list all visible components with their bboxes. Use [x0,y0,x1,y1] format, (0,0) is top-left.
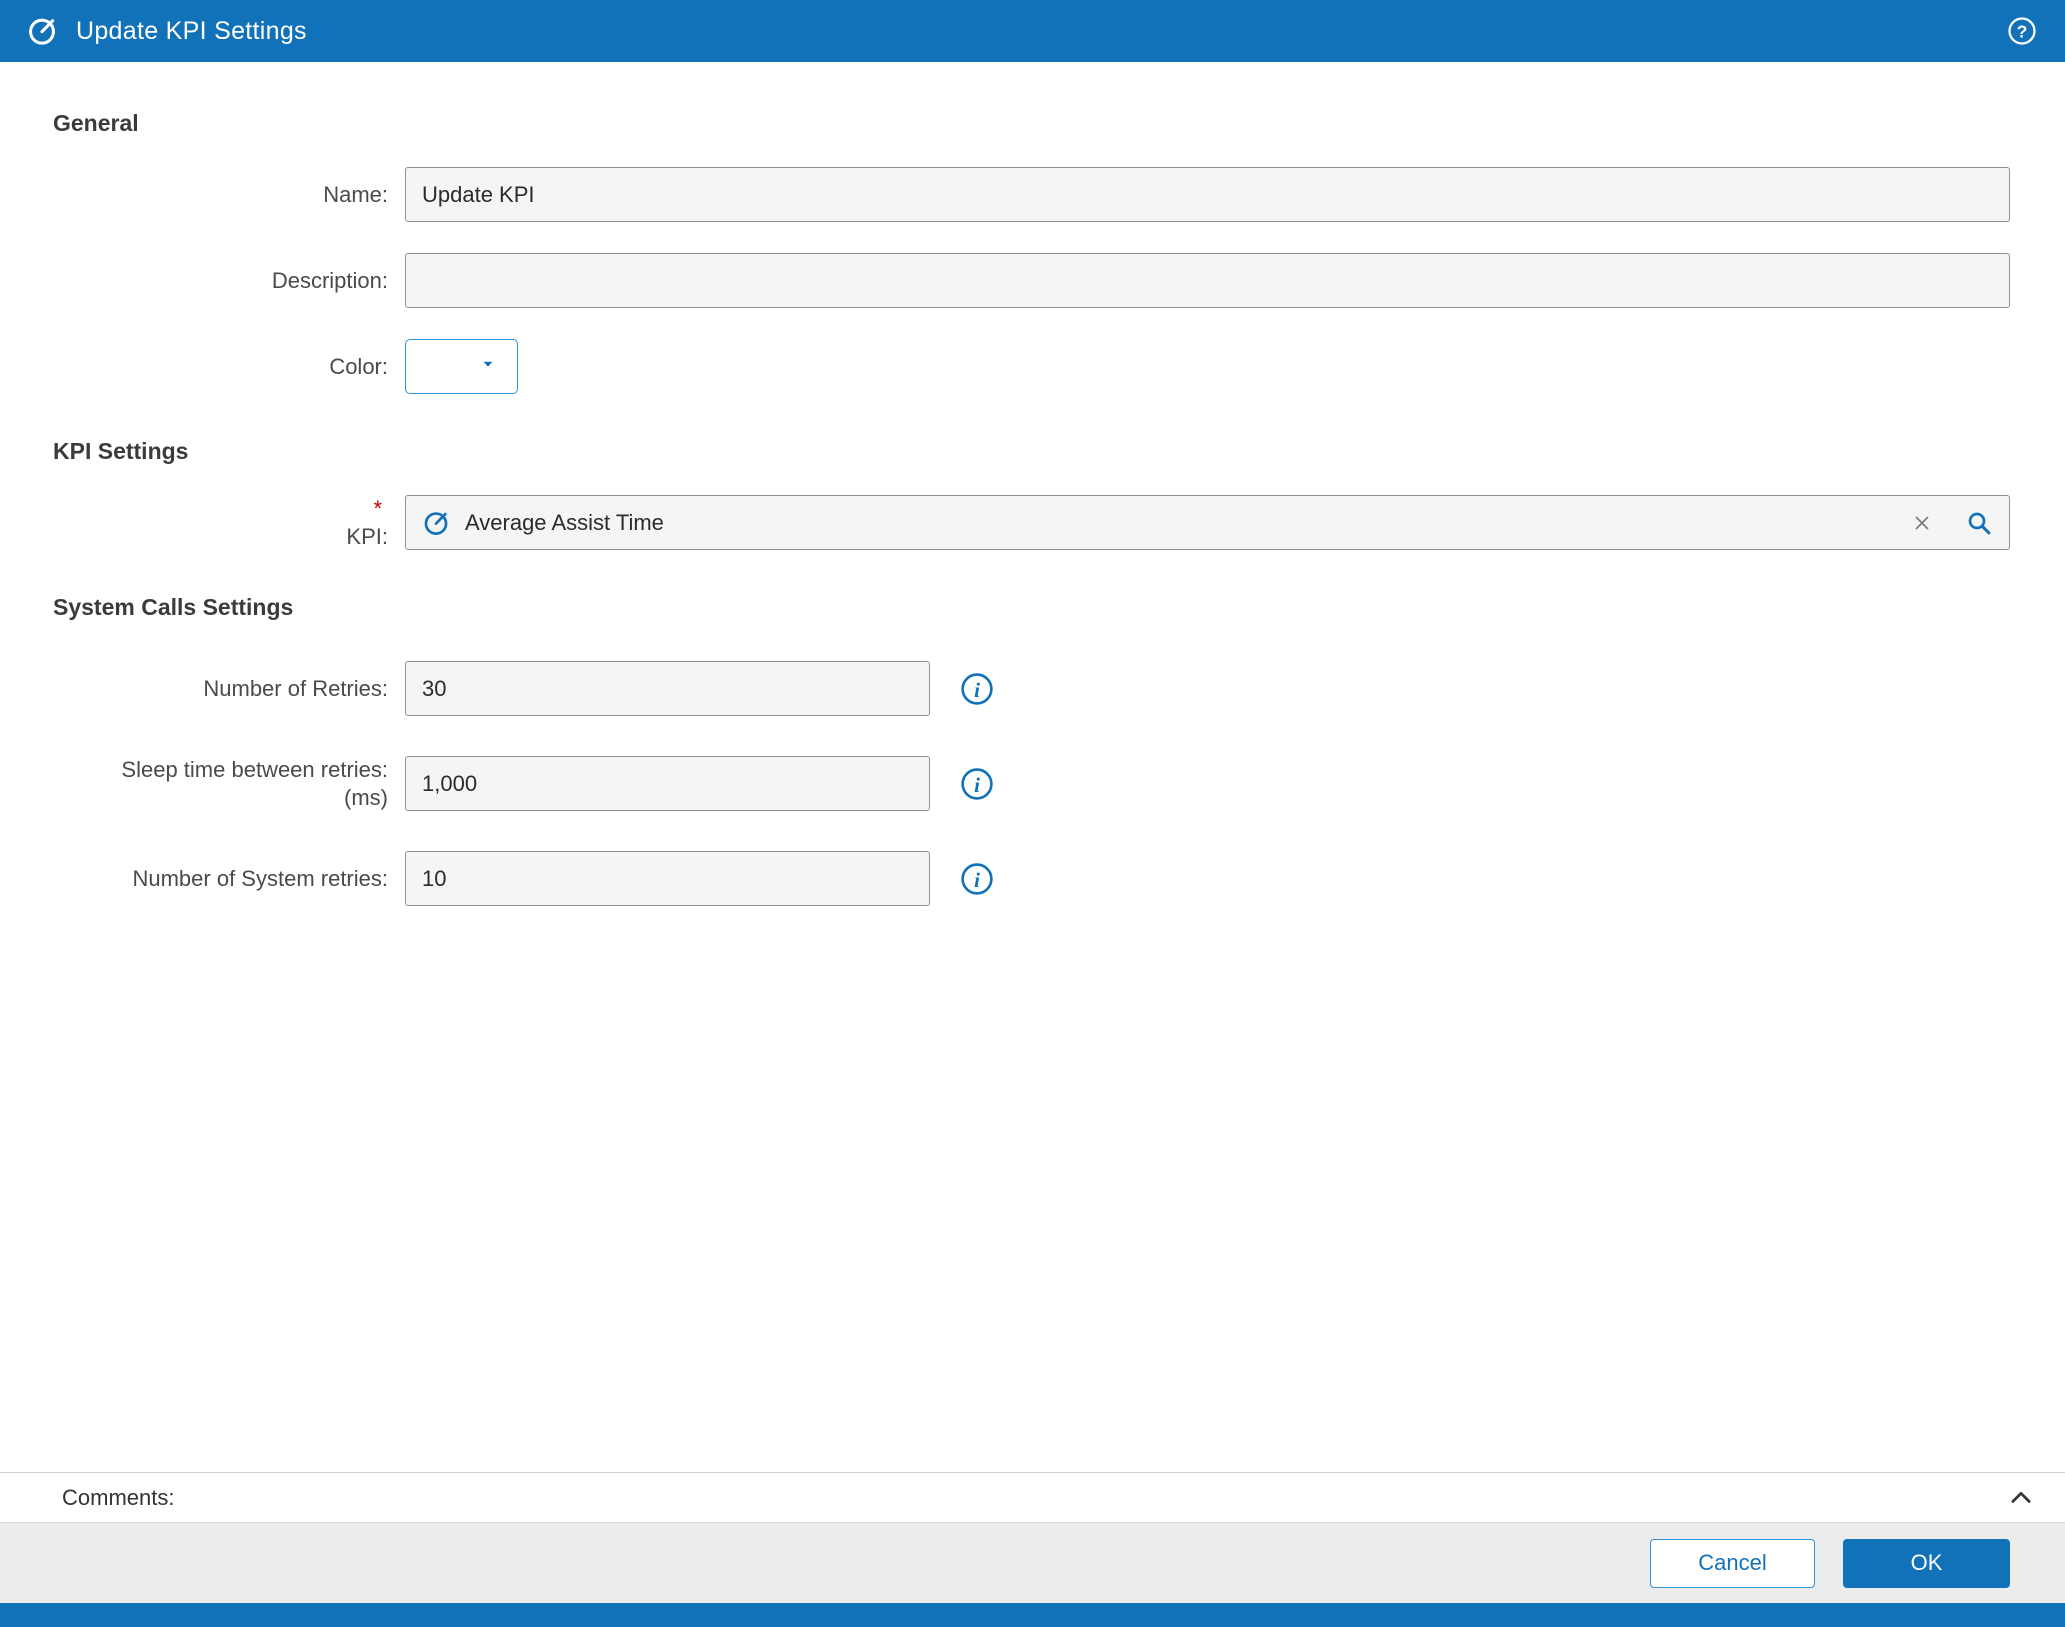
chevron-up-icon[interactable] [2007,1484,2035,1512]
help-icon[interactable]: ? [2007,15,2039,47]
cancel-button[interactable]: Cancel [1650,1539,1815,1588]
dialog-header: Update KPI Settings ? [0,0,2065,62]
ok-button[interactable]: OK [1843,1539,2010,1588]
description-label: Description: [0,267,405,295]
name-label: Name: [0,181,405,209]
kpi-icon [422,508,452,538]
svg-text:i: i [974,677,980,701]
retries-label: Number of Retries: [0,675,405,703]
comments-label: Comments: [62,1485,174,1511]
kpi-row: *KPI: Average Assist Time [0,495,2065,550]
dialog-body: General Name: Description: Color: [0,62,2065,1472]
svg-text:i: i [974,867,980,891]
color-label: Color: [0,353,405,381]
name-row: Name: [0,167,2065,222]
system-retries-label: Number of System retries: [0,865,405,893]
sleep-time-input[interactable] [405,756,930,811]
svg-text:i: i [974,772,980,796]
update-kpi-settings-dialog: Update KPI Settings ? General Name: Desc… [0,0,2065,1627]
svg-text:?: ? [2017,21,2028,41]
kpi-icon [26,14,60,48]
info-icon[interactable]: i [960,672,994,706]
system-retries-input[interactable] [405,851,930,906]
sleep-time-row: Sleep time between retries: (ms) i [0,756,2065,811]
sleep-time-label: Sleep time between retries: (ms) [0,756,405,811]
color-dropdown[interactable] [405,339,518,394]
retries-input[interactable] [405,661,930,716]
comments-bar[interactable]: Comments: [0,1472,2065,1522]
section-general: General [53,110,2065,137]
system-retries-row: Number of System retries: i [0,851,2065,906]
dialog-footer: Cancel OK [0,1522,2065,1603]
description-row: Description: [0,253,2065,308]
color-row: Color: [0,339,2065,394]
kpi-selected-value: Average Assist Time [465,510,664,536]
clear-x-icon[interactable] [1911,511,1935,535]
name-input[interactable] [405,167,2010,222]
info-icon[interactable]: i [960,862,994,896]
kpi-label: *KPI: [0,495,405,550]
dialog-title: Update KPI Settings [76,17,307,46]
section-system-calls: System Calls Settings [53,594,2065,621]
info-icon[interactable]: i [960,767,994,801]
bottom-accent-strip [0,1603,2065,1627]
kpi-picker-input[interactable]: Average Assist Time [405,495,2010,550]
search-icon[interactable] [1965,509,1993,537]
section-kpi-settings: KPI Settings [53,438,2065,465]
required-marker: * [0,495,382,523]
caret-down-icon [479,355,497,378]
retries-row: Number of Retries: i [0,661,2065,716]
description-input[interactable] [405,253,2010,308]
